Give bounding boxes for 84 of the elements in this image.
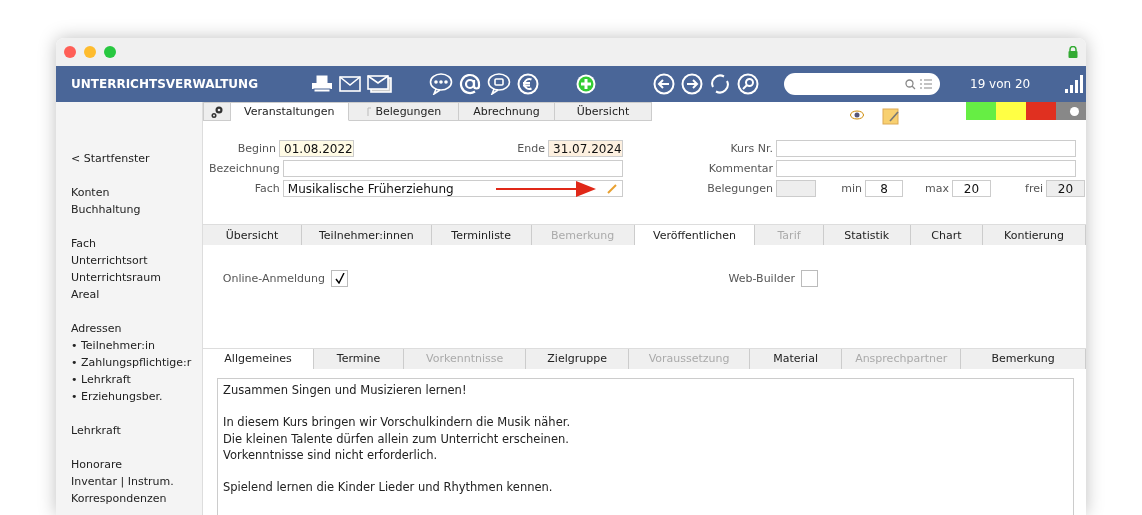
- sidebar-link[interactable]: Lehrkraft: [71, 422, 202, 439]
- input-field[interactable]: [776, 160, 1076, 177]
- description-text-area[interactable]: Zusammen Singen und Musizieren lernen! In diesem Kurs bringen wir Vorschulkindern die Musik näher. Die kleinen Talente dürfen allein zum Unterricht erscheinen. Vorkenntnisse sind nicht erforderlich. Spielend lernen die Kinder Lieder und Rhythmen kennen.: [217, 377, 1074, 515]
- forward-icon[interactable]: [681, 73, 703, 95]
- tab[interactable]: Bemerkung: [961, 348, 1086, 369]
- lock-icon: [1068, 46, 1078, 58]
- input-field: 20: [1046, 180, 1085, 197]
- sidebar-link[interactable]: • Teilnehmer:in: [71, 337, 202, 354]
- sidebar-link[interactable]: • Lehrkraft: [71, 371, 202, 388]
- status-swatch[interactable]: [1026, 102, 1056, 120]
- check-icon: [334, 273, 345, 285]
- input-field[interactable]: Musikalische Früherziehung: [282, 180, 623, 197]
- tab[interactable]: Belegungen: [348, 102, 460, 121]
- at-sign-icon[interactable]: [459, 73, 481, 95]
- record-counter: 19 von 20: [970, 77, 1032, 91]
- sidebar-link[interactable]: Fach: [71, 235, 202, 252]
- sidebar-link[interactable]: Unterrichtsort: [71, 252, 202, 269]
- field-label: Ende: [516, 142, 546, 155]
- sidebar-link[interactable]: • Zahlungspflichtige:r: [71, 354, 202, 371]
- add-icon[interactable]: [575, 73, 597, 95]
- tab[interactable]: Material: [750, 348, 843, 369]
- field-label: Bezeichnung: [207, 162, 281, 175]
- app-title: UNTERRICHTSVERWALTUNG: [70, 77, 259, 91]
- tab[interactable]: Veröffentlichen: [634, 225, 756, 246]
- tab[interactable]: Teilnehmer:innen: [302, 225, 432, 246]
- tab[interactable]: Kontierung: [983, 225, 1086, 246]
- status-toggle[interactable]: [1056, 102, 1086, 120]
- sidebar-link[interactable]: Korrespondenzen: [71, 490, 202, 507]
- tab[interactable]: Zielgruppe: [526, 348, 630, 369]
- tab[interactable]: Übersicht: [203, 225, 302, 246]
- mail-icon[interactable]: [339, 76, 361, 92]
- tab[interactable]: Chart: [910, 225, 984, 246]
- mails-icon[interactable]: [367, 75, 393, 93]
- settings-button[interactable]: [203, 102, 231, 121]
- refresh-icon[interactable]: [709, 73, 731, 95]
- date-field[interactable]: 01.08.2022: [279, 140, 355, 157]
- field-label: Beginn: [236, 142, 278, 155]
- eye-icon: [850, 110, 864, 120]
- field-label: Kommentar: [707, 162, 774, 175]
- input-field[interactable]: 20: [952, 180, 991, 197]
- sidebar-link[interactable]: Adressen: [71, 320, 202, 337]
- search-icon[interactable]: [737, 73, 759, 95]
- field-label: max: [924, 182, 950, 195]
- gears-icon: [210, 104, 224, 119]
- sidebar-link[interactable]: Honorare: [71, 456, 202, 473]
- sidebar-link[interactable]: Areal: [71, 286, 202, 303]
- euro-icon[interactable]: [517, 73, 539, 95]
- list-icon: [920, 79, 932, 89]
- input-field[interactable]: 8: [865, 180, 903, 197]
- close-button[interactable]: [64, 46, 76, 58]
- input-field[interactable]: [776, 140, 1076, 157]
- sidebar-link[interactable]: Unterrichtsraum: [71, 269, 202, 286]
- field-label: Kurs Nr.: [729, 142, 774, 155]
- input-field[interactable]: [282, 160, 623, 177]
- signal-bars-icon: [1065, 75, 1083, 93]
- sidebar-link[interactable]: Konten: [71, 184, 202, 201]
- status-swatch[interactable]: [996, 102, 1026, 120]
- tab[interactable]: Übersicht: [554, 102, 653, 121]
- date-field[interactable]: 31.07.2024: [548, 140, 623, 157]
- tab[interactable]: Veranstaltungen: [231, 102, 349, 121]
- tab[interactable]: Allgemeines: [203, 348, 314, 369]
- checkbox[interactable]: [801, 270, 818, 288]
- search-icon: [905, 78, 916, 90]
- search-field[interactable]: [784, 73, 940, 95]
- note-edit-icon: [882, 108, 900, 126]
- field-label: Fach: [253, 182, 281, 195]
- sidebar-link[interactable]: • Erziehungsber.: [71, 388, 202, 405]
- printer-icon[interactable]: [311, 74, 333, 94]
- tab[interactable]: Statistik: [823, 225, 911, 246]
- input-field: [776, 180, 816, 197]
- checkbox-label: Web-Builder: [727, 272, 796, 286]
- sidebar-link[interactable]: Inventar | Instrum.: [71, 473, 202, 490]
- tab[interactable]: Terminliste: [431, 225, 532, 246]
- sidebar-link[interactable]: Buchhaltung: [71, 201, 202, 218]
- back-icon[interactable]: [653, 73, 675, 95]
- tab[interactable]: Termine: [314, 348, 405, 369]
- field-label: min: [840, 182, 863, 195]
- field-label: Belegungen: [706, 182, 774, 195]
- sidebar-link[interactable]: < Startfenster: [71, 150, 202, 167]
- field-label: frei: [1024, 182, 1044, 195]
- status-swatch[interactable]: [966, 102, 996, 120]
- tab[interactable]: Abrechnung: [459, 102, 555, 121]
- checkbox-label: Online-Anmeldung: [222, 272, 326, 286]
- checkbox[interactable]: [331, 270, 348, 288]
